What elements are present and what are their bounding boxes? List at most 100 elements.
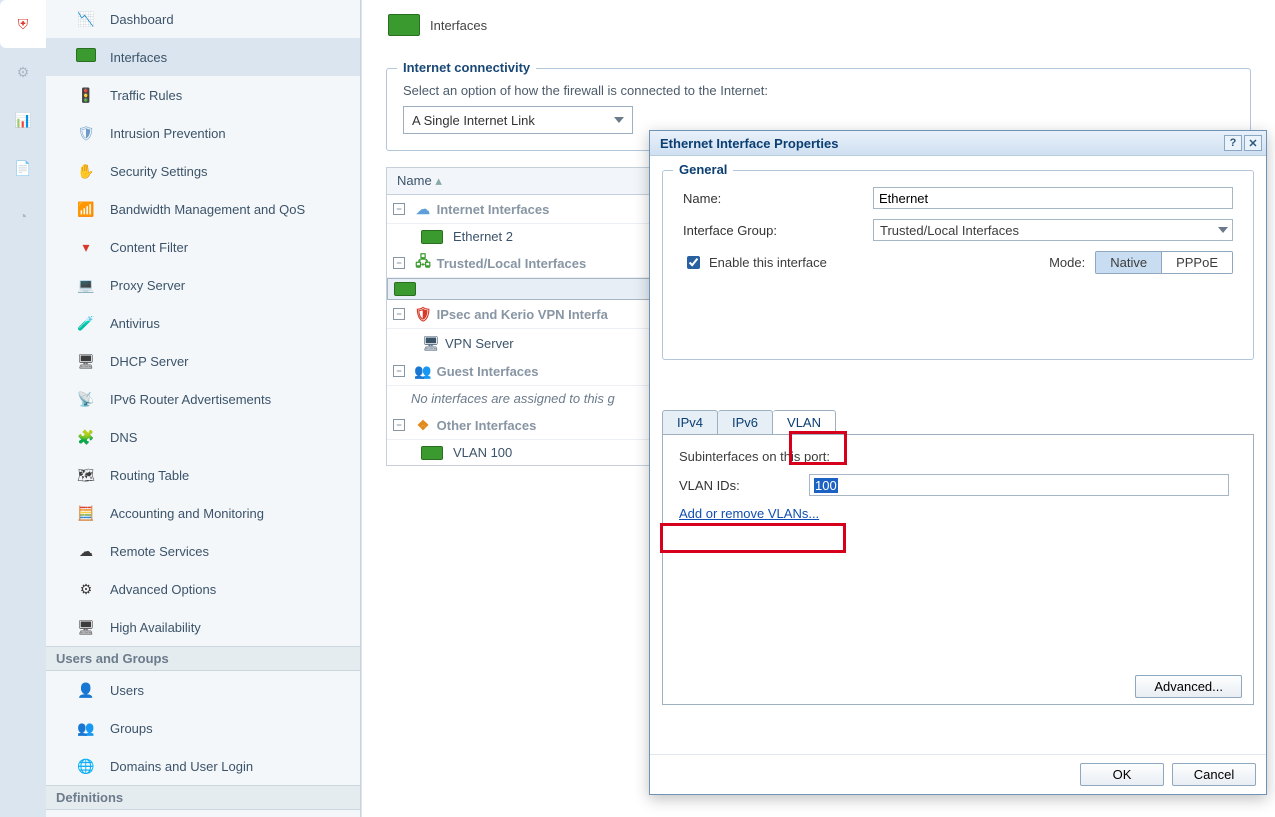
group-value: Trusted/Local Interfaces — [880, 223, 1019, 238]
sidebar-item-domains[interactable]: 🌐Domains and User Login — [46, 747, 360, 785]
sidebar-item-ha[interactable]: 🖥High Availability — [46, 608, 360, 646]
sidebar-item-label: Routing Table — [110, 468, 189, 483]
dns-icon: 🧩 — [76, 428, 96, 446]
mode-label: Mode: — [1049, 255, 1085, 270]
col-name: Name — [397, 173, 432, 188]
close-button[interactable]: ✕ — [1244, 135, 1262, 151]
enable-checkbox[interactable]: Enable this interface — [683, 253, 827, 272]
mode-pppoe[interactable]: PPPoE — [1161, 252, 1232, 273]
tab-vlan[interactable]: VLAN — [773, 410, 836, 434]
sidebar-item-interfaces[interactable]: Interfaces — [46, 38, 360, 76]
sidebar-item-groups[interactable]: 👥 Groups — [46, 709, 360, 747]
sidebar-item-security[interactable]: ✋ Security Settings — [46, 152, 360, 190]
sidebar-item-advanced[interactable]: ⚙ Advanced Options — [46, 570, 360, 608]
ok-button[interactable]: OK — [1080, 763, 1164, 786]
sidebar-item-ipv6ra[interactable]: 📡IPv6 Router Advertisements — [46, 380, 360, 418]
accounting-icon: 🧮 — [76, 504, 96, 522]
rail-gear[interactable]: ⚙ — [0, 48, 46, 96]
sidebar-group-users: Users and Groups — [46, 646, 360, 671]
hand-icon: ✋ — [76, 162, 96, 180]
vlan-ids-input[interactable]: 100 — [809, 474, 1229, 496]
vpn-icon: 🛡 — [413, 305, 433, 323]
collapse-icon[interactable]: − — [393, 257, 405, 269]
mode-native[interactable]: Native — [1096, 252, 1161, 273]
sidebar-item-label: Security Settings — [110, 164, 208, 179]
advanced-button[interactable]: Advanced... — [1135, 675, 1242, 698]
enable-check[interactable] — [687, 256, 700, 269]
sidebar-item-label: Accounting and Monitoring — [110, 506, 264, 521]
general-group: General Name: Interface Group: Trusted/L… — [662, 170, 1254, 360]
group-label: Internet Interfaces — [437, 202, 550, 217]
sidebar-item-content-filter[interactable]: ▾ Content Filter — [46, 228, 360, 266]
row-label: VPN Server — [445, 336, 514, 351]
subif-label: Subinterfaces on this port: — [679, 449, 1237, 464]
vlan-panel: Subinterfaces on this port: VLAN IDs: 10… — [662, 434, 1254, 705]
collapse-icon[interactable]: − — [393, 365, 405, 377]
tab-ipv6[interactable]: IPv6 — [718, 410, 773, 434]
vlan-ids-label: VLAN IDs: — [679, 478, 809, 493]
sidebar-item-routing[interactable]: 🗺Routing Table — [46, 456, 360, 494]
sidebar-item-dns[interactable]: 🧩DNS — [46, 418, 360, 456]
dhcp-icon: 🖥 — [76, 352, 96, 370]
network-icon: 🖧 — [413, 254, 433, 272]
collapse-icon[interactable]: − — [393, 203, 405, 215]
help-button[interactable]: ? — [1224, 135, 1242, 151]
connectivity-desc: Select an option of how the firewall is … — [403, 83, 1234, 98]
sidebar-item-label: Remote Services — [110, 544, 209, 559]
cloud-icon: ☁ — [76, 542, 96, 560]
sidebar-item-traffic-rules[interactable]: 🚦Traffic Rules — [46, 76, 360, 114]
rail-note[interactable]: 📄 — [0, 144, 46, 192]
sidebar-item-bandwidth[interactable]: 📶Bandwidth Management and QoS — [46, 190, 360, 228]
sidebar-item-intrusion[interactable]: 🛡 Intrusion Prevention — [46, 114, 360, 152]
connectivity-select[interactable]: A Single Internet Link — [403, 106, 633, 134]
server-icon: 🖥 — [421, 334, 441, 352]
row-label: VLAN 100 — [453, 445, 512, 460]
sidebar-item-label: Groups — [110, 721, 153, 736]
name-input[interactable] — [873, 187, 1233, 209]
group-label: Interface Group: — [683, 223, 873, 238]
tabstrip: IPv4 IPv6 VLAN — [662, 408, 1254, 434]
collapse-icon[interactable]: − — [393, 419, 405, 431]
shield-icon: 🛡 — [76, 124, 96, 142]
add-remove-vlans-link[interactable]: Add or remove VLANs... — [679, 506, 819, 521]
nic-icon — [421, 230, 443, 244]
sidebar-item-label: Dashboard — [110, 12, 174, 27]
tab-ipv4[interactable]: IPv4 — [662, 410, 718, 434]
note-icon: 📄 — [13, 159, 33, 177]
sidebar-item-proxy[interactable]: 💻Proxy Server — [46, 266, 360, 304]
connectivity-value: A Single Internet Link — [412, 113, 535, 128]
page-title: Interfaces — [362, 0, 1275, 50]
sidebar-item-antivirus[interactable]: 🧪Antivirus — [46, 304, 360, 342]
group-select[interactable]: Trusted/Local Interfaces — [873, 219, 1233, 241]
nic-icon — [421, 446, 443, 460]
sidebar-item-label: Proxy Server — [110, 278, 185, 293]
rail-shield[interactable]: ⛨ — [0, 0, 46, 48]
sidebar-item-remote[interactable]: ☁ Remote Services — [46, 532, 360, 570]
sidebar-item-label: Content Filter — [110, 240, 188, 255]
gear-icon: ⚙ — [76, 580, 96, 598]
sidebar-item-dhcp[interactable]: 🖥DHCP Server — [46, 342, 360, 380]
cloud-icon: ☁ — [413, 200, 433, 218]
dialog-titlebar[interactable]: Ethernet Interface Properties ? ✕ — [650, 131, 1266, 156]
router-icon: 📡 — [76, 390, 96, 408]
traffic-icon: 🚦 — [76, 86, 96, 104]
sidebar-item-label: Advanced Options — [110, 582, 216, 597]
sidebar-item-accounting[interactable]: 🧮 Accounting and Monitoring — [46, 494, 360, 532]
group-icon: 👥 — [76, 719, 96, 737]
sidebar-item-label: Intrusion Prevention — [110, 126, 226, 141]
globe-icon: 🌐 — [76, 757, 96, 775]
sidebar-item-users[interactable]: 👤Users — [46, 671, 360, 709]
dialog-title: Ethernet Interface Properties — [660, 136, 838, 151]
rail-stats[interactable]: 📊 — [0, 96, 46, 144]
sidebar-item-dashboard[interactable]: 📉 Dashboard — [46, 0, 360, 38]
rail-pie[interactable]: ◔ — [0, 192, 46, 240]
sidebar-scroll[interactable]: 📉 Dashboard Interfaces 🚦Traffic Rules 🛡 In… — [46, 0, 360, 817]
ha-icon: 🖥 — [76, 618, 96, 636]
sidebar: 📉 Dashboard Interfaces 🚦Traffic Rules 🛡 In… — [46, 0, 361, 817]
dashboard-icon: 📉 — [76, 10, 96, 28]
funnel-icon: ▾ — [76, 238, 96, 256]
cancel-button[interactable]: Cancel — [1172, 763, 1256, 786]
connectivity-legend: Internet connectivity — [397, 60, 536, 75]
sidebar-item-label: Bandwidth Management and QoS — [110, 202, 305, 217]
collapse-icon[interactable]: − — [393, 308, 405, 320]
